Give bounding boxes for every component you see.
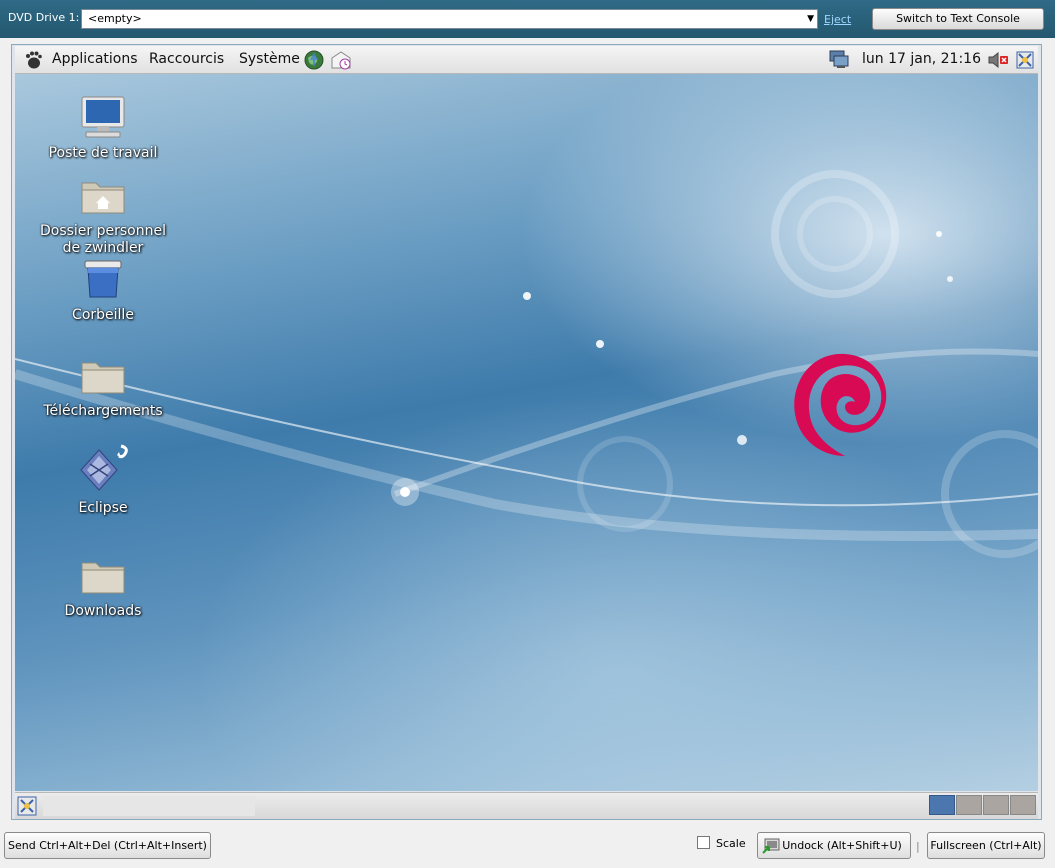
desktop-icon-label-line2: de zwindler [62, 240, 144, 256]
scale-checkbox[interactable] [697, 836, 710, 849]
desktop-icon-label: Corbeille [72, 307, 134, 323]
dvd-drive-value: <empty> [88, 12, 142, 25]
desktop[interactable]: Poste de travail Dossier personnel de zw… [15, 74, 1038, 791]
window-list[interactable] [43, 796, 255, 816]
network-icon[interactable] [828, 50, 850, 70]
gnome-bottom-panel [15, 792, 1038, 819]
desktop-icon-label: Dossier personnel [39, 223, 166, 239]
workspace-2[interactable] [956, 795, 982, 815]
eject-link[interactable]: Eject [824, 13, 851, 26]
desktop-icon-computer[interactable]: Poste de travail [38, 95, 168, 162]
console-footer: Send Ctrl+Alt+Del (Ctrl+Alt+Insert) Scal… [0, 824, 1055, 868]
scale-label: Scale [716, 837, 746, 850]
dropdown-arrow-icon[interactable]: ▼ [807, 10, 814, 28]
dvd-drive-select[interactable]: <empty> ▼ [81, 9, 818, 29]
desktop-icon-label: Eclipse [78, 500, 128, 516]
mail-client-icon[interactable] [330, 49, 352, 71]
console-toolbar: DVD Drive 1: <empty> ▼ Eject Switch to T… [0, 0, 1055, 38]
menu-systeme[interactable]: Système [239, 51, 300, 67]
desktop-icon-eclipse[interactable]: Eclipse [38, 444, 168, 517]
undock-icon [762, 838, 780, 854]
debian-swirl-logo [794, 353, 887, 456]
workspace-switcher [928, 795, 1036, 815]
home-folder-icon [81, 182, 125, 214]
folder-icon [81, 362, 125, 394]
desktop-icon-trash[interactable]: Corbeille [38, 257, 168, 324]
menu-raccourcis[interactable]: Raccourcis [149, 51, 224, 67]
folder-icon [81, 562, 125, 594]
menu-applications[interactable]: Applications [52, 51, 138, 67]
vm-console[interactable]: Applications Raccourcis Système lun 17 j… [11, 44, 1042, 820]
web-browser-icon[interactable] [303, 49, 325, 71]
show-desktop-icon[interactable] [17, 796, 37, 816]
desktop-icon-telechargements[interactable]: Téléchargements [38, 357, 168, 420]
panel-clock[interactable]: lun 17 jan, 21:16 [862, 51, 981, 67]
computer-icon [81, 96, 125, 138]
desktop-icon-downloads[interactable]: Downloads [38, 557, 168, 620]
fullscreen-button[interactable]: Fullscreen (Ctrl+Alt) [927, 832, 1045, 859]
gnome-foot-icon[interactable] [23, 50, 43, 70]
dvd-drive-label: DVD Drive 1: [8, 11, 80, 24]
desktop-icon-label: Poste de travail [48, 145, 158, 161]
gnome-top-panel: Applications Raccourcis Système lun 17 j… [15, 46, 1038, 74]
trash-icon [84, 260, 122, 298]
eclipse-icon [80, 444, 128, 491]
workspace-4[interactable] [1010, 795, 1036, 815]
volume-muted-icon[interactable] [987, 51, 1009, 69]
workspace-1[interactable] [929, 795, 955, 815]
desktop-icon-label: Téléchargements [43, 403, 163, 419]
switch-to-text-console-button[interactable]: Switch to Text Console [872, 8, 1044, 30]
scale-option[interactable]: Scale [697, 836, 746, 850]
desktop-icon-label: Downloads [64, 603, 142, 619]
xen-tools-icon[interactable] [1016, 51, 1034, 69]
separator: | [916, 840, 920, 853]
workspace-3[interactable] [983, 795, 1009, 815]
desktop-icon-home-folder[interactable]: Dossier personnel de zwindler [38, 177, 168, 257]
undock-button[interactable]: Undock (Alt+Shift+U) [757, 832, 911, 859]
send-ctrl-alt-del-button[interactable]: Send Ctrl+Alt+Del (Ctrl+Alt+Insert) [4, 832, 211, 859]
undock-label: Undock (Alt+Shift+U) [782, 839, 902, 852]
panel-launchers [303, 49, 352, 71]
